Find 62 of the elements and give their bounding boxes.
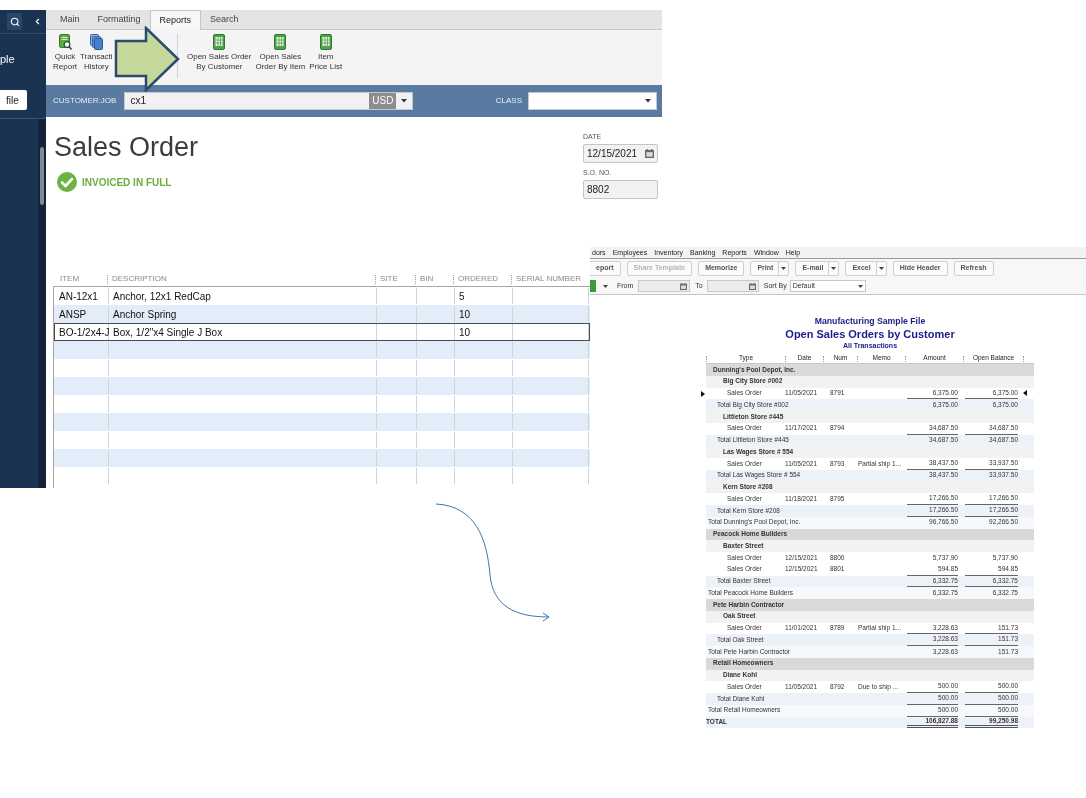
column-header: SERIAL NUMBER bbox=[516, 273, 582, 285]
line-item-row[interactable]: BO-1/2x4-J Box, 1/2"x4 Single J Box 10 bbox=[54, 323, 590, 341]
company-name: Manufacturing Sample File bbox=[814, 316, 926, 327]
check-circle-icon bbox=[57, 172, 77, 192]
so-number-field[interactable]: 8802 bbox=[583, 180, 658, 199]
calendar-icon bbox=[680, 282, 688, 290]
toolbar-button[interactable]: Item Price List bbox=[309, 34, 343, 72]
table-cell-text: ANSP bbox=[59, 307, 87, 322]
tab[interactable]: Search bbox=[201, 10, 248, 29]
table-cell-text: Anchor, 12x1 RedCap bbox=[113, 289, 211, 304]
toolbar-button[interactable]: Open Sales Order By Customer bbox=[187, 34, 252, 72]
field-label: CUSTOMER:JOB bbox=[53, 95, 117, 107]
column-header: ITEM bbox=[60, 273, 80, 285]
toolbar-button[interactable]: Quick Report bbox=[53, 34, 77, 72]
stacked-pages-icon bbox=[89, 34, 103, 50]
column-header: DESCRIPTION bbox=[112, 273, 167, 285]
caret-icon bbox=[401, 99, 408, 103]
field-label: CLASS bbox=[495, 95, 522, 107]
toolbar-button[interactable]: Open Sales Order By Item bbox=[255, 34, 306, 72]
calendar-icon bbox=[748, 282, 756, 290]
table-cell-text: 5 bbox=[459, 289, 465, 304]
dropdown-edge bbox=[590, 280, 596, 292]
to-date-field[interactable] bbox=[706, 280, 759, 292]
column-header: SITE bbox=[380, 273, 398, 285]
from-date-field[interactable] bbox=[638, 280, 691, 292]
block-arrow bbox=[114, 26, 181, 92]
table-cell-text: AN-12x1 bbox=[59, 289, 98, 304]
table-cell-text: 10 bbox=[459, 307, 471, 322]
scrollbar-thumb bbox=[40, 147, 44, 205]
table-cell-text: BO-1/2x4-J bbox=[59, 325, 110, 340]
table-cell-text: Box, 1/2"x4 Single J Box bbox=[113, 325, 223, 340]
tab[interactable]: Reports bbox=[149, 10, 202, 30]
calendar-icon bbox=[645, 149, 654, 158]
report-title: Open Sales Orders by Customer bbox=[785, 327, 955, 341]
date-field[interactable]: 12/15/2021 bbox=[583, 144, 658, 163]
toolbar-button[interactable]: Transacti History bbox=[80, 34, 113, 72]
form-title: Sales Order bbox=[54, 131, 199, 163]
caret-icon bbox=[603, 284, 608, 288]
caret-icon bbox=[878, 267, 884, 270]
tab[interactable]: Formatting bbox=[88, 10, 150, 29]
customer-job-field[interactable]: cx1 USD bbox=[124, 92, 414, 110]
spreadsheet-icon bbox=[213, 34, 226, 50]
collapse-icon[interactable] bbox=[33, 17, 42, 26]
caret-icon bbox=[781, 267, 787, 270]
sidebar-title: ple bbox=[0, 52, 15, 66]
file-button[interactable]: file bbox=[0, 90, 27, 110]
tab[interactable]: Main bbox=[51, 10, 89, 29]
column-header: ORDERED bbox=[458, 273, 498, 285]
search-icon bbox=[9, 16, 20, 27]
document-magnifier-icon bbox=[58, 34, 72, 50]
column-header: BIN bbox=[420, 273, 434, 285]
currency-tag: USD bbox=[369, 93, 397, 109]
spreadsheet-icon bbox=[319, 34, 332, 50]
status-text: INVOICED IN FULL bbox=[82, 175, 172, 190]
line-item-row[interactable]: ANSP Anchor Spring 10 bbox=[54, 305, 590, 323]
caret-icon bbox=[645, 99, 651, 103]
spreadsheet-icon bbox=[274, 34, 287, 50]
table-cell-text: 10 bbox=[459, 325, 471, 340]
table-cell-text: Anchor Spring bbox=[113, 307, 177, 322]
caret-icon bbox=[857, 284, 863, 288]
caret-icon bbox=[831, 267, 837, 270]
search-button[interactable] bbox=[7, 13, 22, 30]
